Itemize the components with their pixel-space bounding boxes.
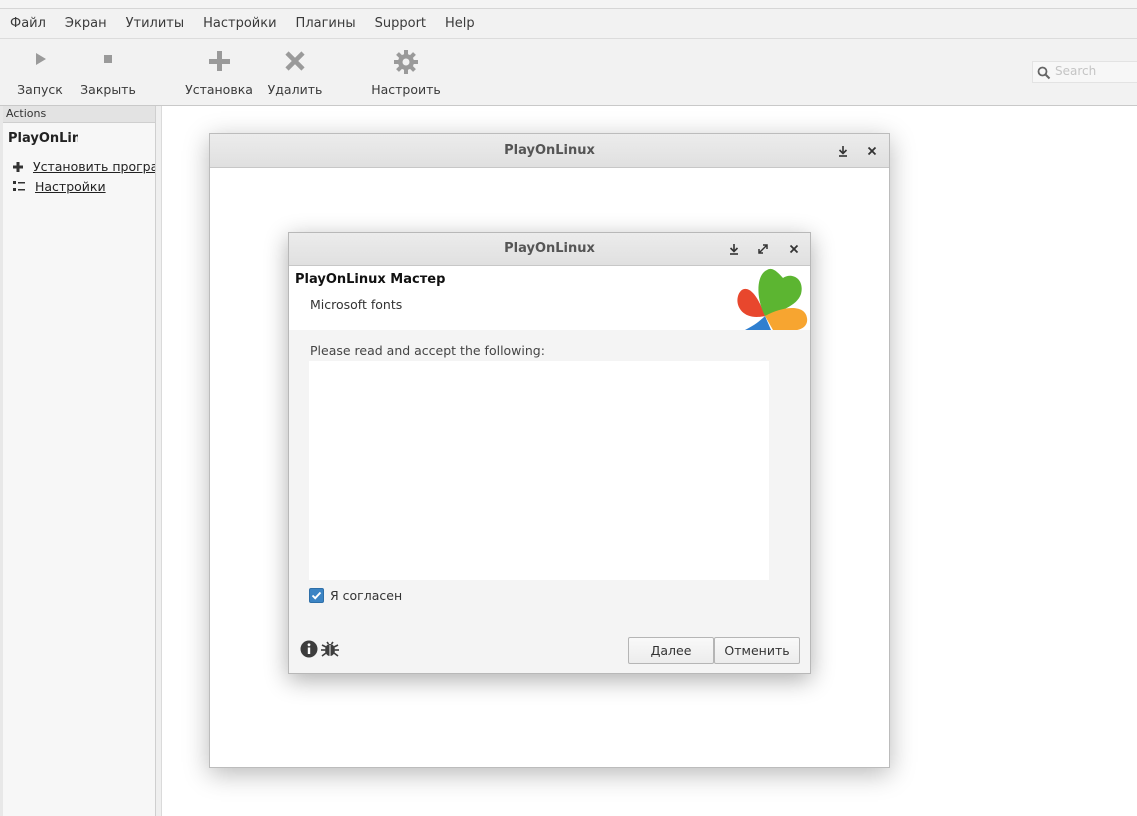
agree-checkbox[interactable] <box>309 587 324 603</box>
info-icon[interactable] <box>300 640 318 662</box>
next-button[interactable]: Далее <box>628 637 714 664</box>
sidebar-item-install[interactable]: Установить программу <box>13 159 155 175</box>
playonlinux-logo-icon <box>713 266 810 330</box>
license-prompt: Please read and accept the following: <box>310 343 545 358</box>
remove-label: Удалить <box>267 82 323 97</box>
cancel-button[interactable]: Отменить <box>714 637 800 664</box>
check-icon <box>311 591 322 600</box>
menu-plugins[interactable]: Плагины <box>286 9 365 38</box>
menu-tools[interactable]: Утилиты <box>116 9 194 38</box>
menu-file[interactable]: Файл <box>0 9 55 38</box>
wizard-subheading: Microsoft fonts <box>310 297 403 312</box>
menu-bar: Файл Экран Утилиты Настройки Плагины Sup… <box>0 9 1137 39</box>
remove-x-icon <box>283 49 307 77</box>
install-button[interactable]: Установка <box>184 39 254 105</box>
sidebar: Actions PlayOnLinux Установить программу… <box>3 106 156 816</box>
agree-checkbox-row[interactable]: Я согласен <box>309 587 402 603</box>
close-icon[interactable] <box>786 241 802 257</box>
plus-icon <box>207 49 231 77</box>
wizard-header: PlayOnLinux Мастер Microsoft fonts <box>289 266 810 330</box>
toolbar: Запуск Закрыть Установка Удалить Настрои… <box>0 39 1137 106</box>
outer-dialog-title: PlayOnLinux <box>504 143 595 158</box>
stop-icon <box>98 49 118 73</box>
bug-icon[interactable] <box>320 640 340 662</box>
close-app-button[interactable]: Закрыть <box>78 39 138 105</box>
settings-list-icon <box>13 180 25 195</box>
agree-label: Я согласен <box>330 587 403 603</box>
close-app-label: Закрыть <box>80 82 136 97</box>
minimize-icon[interactable] <box>835 143 851 159</box>
menu-view[interactable]: Экран <box>55 9 116 38</box>
configure-label: Настроить <box>371 82 441 97</box>
sidebar-item-settings-label: Настройки <box>35 179 106 194</box>
close-icon[interactable] <box>864 143 880 159</box>
wizard-titlebar: PlayOnLinux <box>289 233 810 266</box>
run-button[interactable]: Запуск <box>10 39 70 105</box>
window-top-strip <box>0 0 1137 9</box>
wizard-heading: PlayOnLinux Мастер <box>295 272 446 287</box>
wizard-dialog: PlayOnLinux PlayOnLinux Мастер Microsoft… <box>288 232 811 674</box>
run-label: Запуск <box>17 82 63 97</box>
outer-titlebar: PlayOnLinux <box>210 134 889 168</box>
search-icon <box>1037 65 1051 84</box>
sidebar-title: PlayOnLinux <box>8 131 78 146</box>
install-label: Установка <box>185 82 253 97</box>
sidebar-item-settings[interactable]: Настройки <box>13 179 106 195</box>
license-text-area[interactable] <box>309 361 769 580</box>
configure-button[interactable]: Настроить <box>370 39 442 105</box>
splitter[interactable] <box>156 106 162 816</box>
search-input[interactable] <box>1055 63 1135 79</box>
gear-icon <box>393 49 419 79</box>
maximize-icon[interactable] <box>755 241 771 257</box>
menu-support[interactable]: Support <box>365 9 435 38</box>
remove-button[interactable]: Удалить <box>264 39 326 105</box>
menu-help[interactable]: Help <box>435 9 484 38</box>
actions-header: Actions <box>3 106 155 123</box>
minimize-icon[interactable] <box>726 241 742 257</box>
search-box <box>1032 61 1137 83</box>
menu-settings[interactable]: Настройки <box>193 9 285 38</box>
sidebar-item-install-label: Установить программу <box>33 159 155 174</box>
plus-icon <box>13 160 23 175</box>
play-icon <box>30 49 50 73</box>
